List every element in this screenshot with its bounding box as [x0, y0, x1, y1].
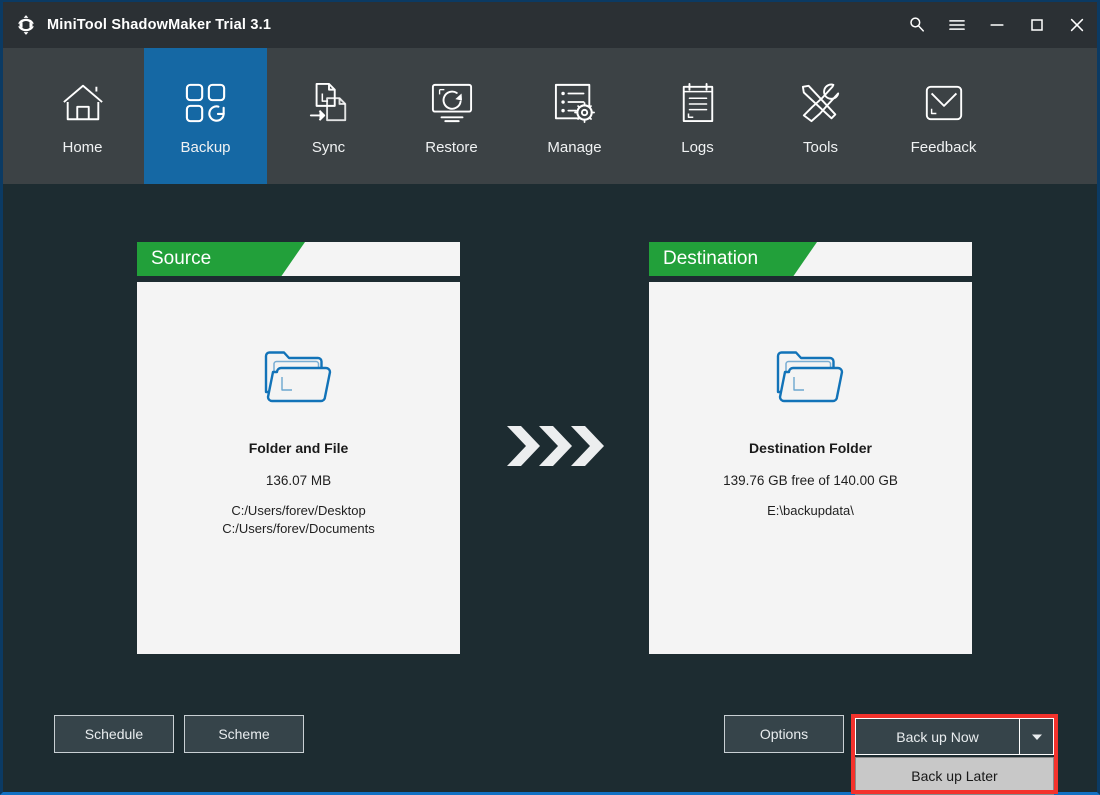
- nav-item-feedback[interactable]: Feedback: [882, 48, 1005, 184]
- chevron-down-icon[interactable]: [1020, 719, 1053, 754]
- destination-tab-label: Destination: [649, 242, 817, 276]
- source-tab-label: Source: [137, 242, 305, 276]
- nav-label-manage: Manage: [547, 138, 602, 156]
- destination-capacity: 139.76 GB free of 140.00 GB: [723, 473, 898, 488]
- home-icon: [60, 77, 106, 129]
- source-title: Folder and File: [248, 440, 349, 456]
- nav-label-restore: Restore: [425, 138, 478, 156]
- backup-now-button[interactable]: Back up Now: [856, 719, 1019, 754]
- backup-grid-icon: [184, 77, 228, 129]
- maximize-icon[interactable]: [1017, 2, 1057, 48]
- source-paths: C:/Users/forev/Desktop C:/Users/forev/Do…: [222, 502, 374, 538]
- destination-path: E:\backupdata\: [767, 502, 854, 520]
- triple-chevron-right-icon: [505, 423, 605, 469]
- nav-label-feedback: Feedback: [910, 138, 977, 156]
- backup-workspace: Source Folder and File 136.07 MB C:/User…: [3, 187, 1097, 792]
- nav-label-home: Home: [62, 138, 103, 156]
- nav-label-sync: Sync: [311, 138, 346, 156]
- close-icon[interactable]: [1057, 2, 1097, 48]
- source-panel-header: Source: [137, 242, 460, 276]
- tools-wrench-screwdriver-icon: [799, 77, 843, 129]
- nav-item-restore[interactable]: Restore: [390, 48, 513, 184]
- nav-label-logs: Logs: [681, 138, 714, 156]
- source-panel-body[interactable]: Folder and File 136.07 MB C:/Users/forev…: [137, 282, 460, 654]
- source-path-1: C:/Users/forev/Desktop: [231, 503, 366, 518]
- title-bar-left: MiniTool ShadowMaker Trial 3.1: [3, 14, 271, 36]
- nav-label-backup: Backup: [180, 138, 231, 156]
- destination-panel-body[interactable]: Destination Folder 139.76 GB free of 140…: [649, 282, 972, 654]
- source-size: 136.07 MB: [265, 473, 332, 488]
- nav-item-logs[interactable]: Logs: [636, 48, 759, 184]
- backup-now-split-button: Back up Now Back up Later: [855, 718, 1054, 795]
- options-button[interactable]: Options: [724, 715, 844, 753]
- scheme-button[interactable]: Scheme: [184, 715, 304, 753]
- window-title: MiniTool ShadowMaker Trial 3.1: [47, 17, 272, 33]
- source-path-2: C:/Users/forev/Documents: [222, 521, 375, 536]
- shadowmaker-logo-icon: [15, 14, 37, 36]
- nav-item-home[interactable]: Home: [21, 48, 144, 184]
- main-navigation: Home Backup Sync Restore Manage Logs Too…: [3, 48, 1097, 184]
- source-panel[interactable]: Source Folder and File 136.07 MB C:/User…: [137, 242, 460, 654]
- menu-icon[interactable]: [937, 2, 977, 48]
- folder-icon: [260, 344, 338, 408]
- backup-later-menu-item[interactable]: Back up Later: [855, 757, 1054, 795]
- minimize-icon[interactable]: [977, 2, 1017, 48]
- nav-item-sync[interactable]: Sync: [267, 48, 390, 184]
- folder-icon: [772, 344, 850, 408]
- search-icon[interactable]: [897, 2, 937, 48]
- nav-label-tools: Tools: [802, 138, 839, 156]
- sync-files-icon: [308, 77, 350, 129]
- destination-path-1: E:\backupdata\: [767, 503, 854, 518]
- nav-item-tools[interactable]: Tools: [759, 48, 882, 184]
- destination-title: Destination Folder: [749, 440, 872, 456]
- restore-monitor-icon: [430, 77, 474, 129]
- manage-list-gear-icon: [553, 77, 597, 129]
- logs-clipboard-icon: [679, 77, 717, 129]
- application-window: MiniTool ShadowMaker Trial 3.1 Home Back…: [0, 0, 1100, 795]
- nav-item-manage[interactable]: Manage: [513, 48, 636, 184]
- title-bar: MiniTool ShadowMaker Trial 3.1: [3, 2, 1097, 48]
- nav-item-backup[interactable]: Backup: [144, 48, 267, 184]
- schedule-button[interactable]: Schedule: [54, 715, 174, 753]
- window-controls: [897, 2, 1097, 48]
- feedback-envelope-icon: [923, 77, 965, 129]
- destination-panel[interactable]: Destination Destination Folder 139.76 GB…: [649, 242, 972, 654]
- backup-now-button-group: Back up Now: [855, 718, 1054, 755]
- destination-panel-header: Destination: [649, 242, 972, 276]
